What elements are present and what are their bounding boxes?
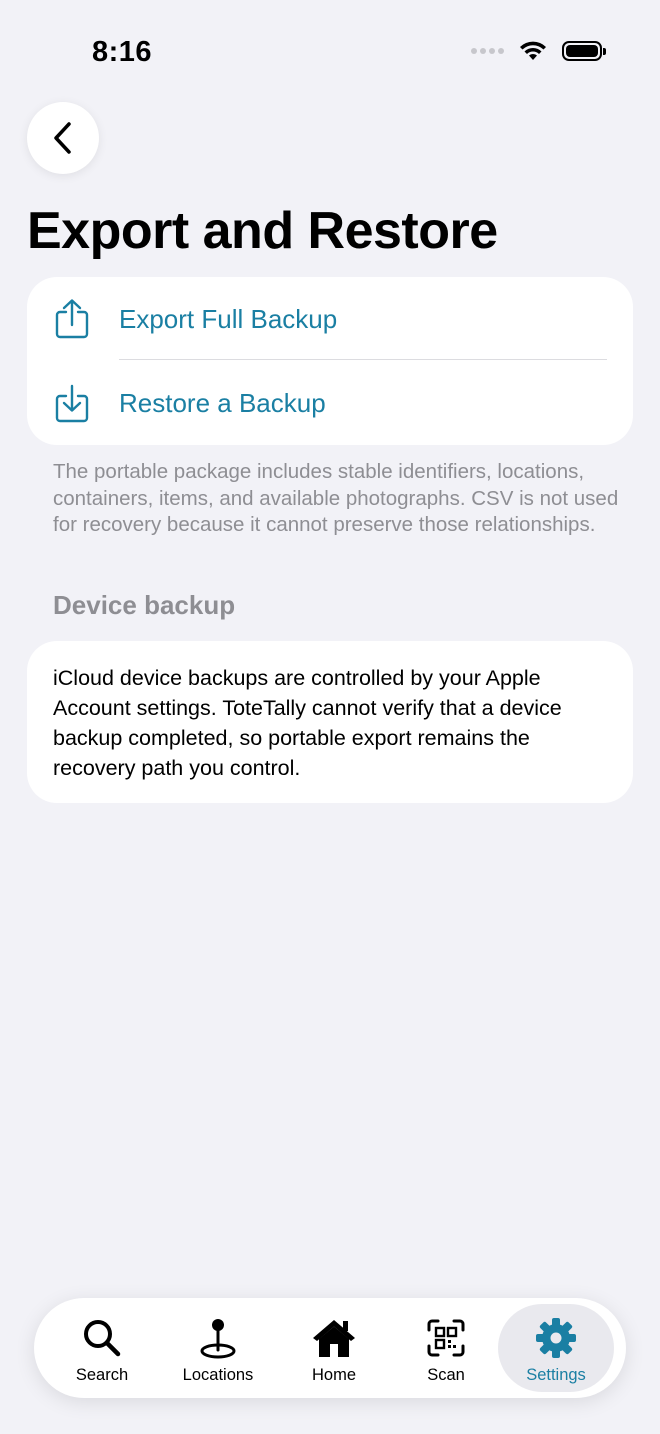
backup-actions-card: Export Full Backup Restore a Backup: [27, 277, 633, 445]
device-backup-text: iCloud device backups are controlled by …: [53, 666, 562, 780]
house-icon: [311, 1316, 357, 1360]
chevron-left-icon: [54, 122, 71, 154]
status-time: 8:16: [92, 36, 153, 68]
battery-icon: [562, 41, 606, 61]
tab-scan-label: Scan: [427, 1366, 465, 1384]
tab-bar: Search Locations Home Scan Settings: [34, 1298, 626, 1398]
cellular-signal-icon: [471, 48, 504, 54]
divider: [119, 359, 607, 360]
export-full-backup-button[interactable]: Export Full Backup: [27, 277, 633, 361]
status-icons: [471, 40, 606, 62]
map-pin-icon: [198, 1316, 238, 1360]
status-bar: 8:16: [0, 0, 660, 100]
export-full-backup-label: Export Full Backup: [119, 303, 338, 334]
tab-scan[interactable]: Scan: [388, 1298, 504, 1398]
share-upload-icon: [53, 298, 91, 340]
device-backup-card: iCloud device backups are controlled by …: [27, 641, 633, 803]
wifi-icon: [520, 41, 546, 60]
qr-code-icon: [426, 1316, 466, 1360]
gear-icon: [535, 1316, 577, 1360]
tab-locations-label: Locations: [182, 1366, 254, 1384]
tab-settings[interactable]: Settings: [498, 1304, 614, 1392]
tab-search-label: Search: [75, 1366, 129, 1384]
restore-backup-button[interactable]: Restore a Backup: [27, 361, 633, 445]
tab-settings-label: Settings: [526, 1366, 586, 1384]
back-button[interactable]: [27, 102, 99, 174]
tab-home-label: Home: [311, 1366, 356, 1384]
portable-package-note: The portable package includes stable ide…: [53, 460, 619, 536]
tab-home[interactable]: Home: [276, 1298, 392, 1398]
restore-backup-label: Restore a Backup: [119, 387, 326, 418]
page-title: Export and Restore: [27, 202, 498, 260]
magnifying-glass-icon: [82, 1316, 122, 1360]
tab-locations[interactable]: Locations: [160, 1298, 276, 1398]
download-tray-icon: [53, 382, 91, 424]
tab-search[interactable]: Search: [44, 1298, 160, 1398]
section-header-device-backup: Device backup: [53, 590, 236, 620]
